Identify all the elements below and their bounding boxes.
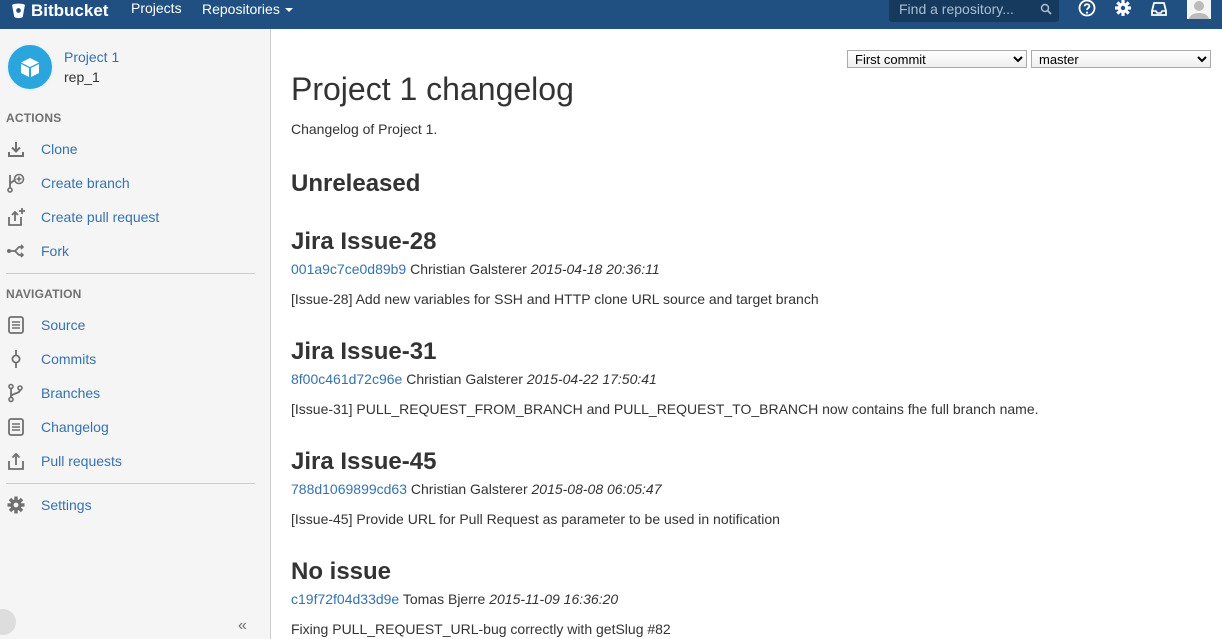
commit-date: 2015-11-09 16:36:20 xyxy=(489,591,619,607)
issue-title: Jira Issue-31 xyxy=(291,338,437,365)
sidebar-item-branches[interactable]: Branches xyxy=(0,379,270,407)
from-commit-select[interactable]: First commit xyxy=(847,50,1027,68)
commit-author: Christian Galsterer xyxy=(410,261,527,277)
search-icon[interactable] xyxy=(1040,3,1052,15)
commit-hash-link[interactable]: 8f00c461d72c96e xyxy=(291,371,402,387)
commit-meta: 001a9c7ce0d89b9 Christian Galsterer 2015… xyxy=(291,261,660,277)
page-description: Changelog of Project 1. xyxy=(291,121,438,137)
commit-author: Tomas Bjerre xyxy=(402,591,486,607)
commit-author: Christian Galsterer xyxy=(410,481,528,497)
commits-icon xyxy=(11,350,21,368)
top-navigation-bar: Bitbucket Projects Repositories xyxy=(0,0,1222,29)
sidebar-item-label: Fork xyxy=(41,243,69,259)
sidebar-divider xyxy=(6,273,255,274)
issue-title: No issue xyxy=(291,558,392,585)
sidebar-item-label: Commits xyxy=(41,351,97,367)
brand-name: Bitbucket xyxy=(31,0,109,20)
commit-message: Fixing PULL_REQUEST_URL-bug correctly wi… xyxy=(291,621,671,637)
bitbucket-logo[interactable]: Bitbucket xyxy=(10,0,108,20)
repository-name: rep_1 xyxy=(64,69,100,85)
repository-search xyxy=(889,0,1059,22)
page-title: Project 1 changelog xyxy=(291,71,574,107)
commit-hash-link[interactable]: 001a9c7ce0d89b9 xyxy=(291,261,406,277)
sidebar: Project 1 rep_1 ACTIONS Clone Create bra… xyxy=(0,29,271,639)
project-avatar[interactable] xyxy=(6,43,54,91)
sidebar-item-clone[interactable]: Clone xyxy=(0,135,270,163)
sidebar-item-create-pull-request[interactable]: Create pull request xyxy=(0,203,270,231)
actions-heading: ACTIONS xyxy=(6,111,62,125)
commit-author: Christian Galsterer xyxy=(406,371,523,387)
project-link[interactable]: Project 1 xyxy=(64,49,119,65)
sidebar-item-settings[interactable]: Settings xyxy=(0,491,270,519)
user-avatar-icon[interactable] xyxy=(1187,0,1211,19)
sidebar-divider xyxy=(6,483,255,484)
commit-hash-link[interactable]: c19f72f04d33d9e xyxy=(291,591,399,607)
fork-icon xyxy=(7,244,25,258)
sidebar-item-label: Settings xyxy=(41,497,92,513)
commit-date: 2015-04-22 17:50:41 xyxy=(526,371,657,387)
commit-hash-link[interactable]: 788d1069899cd63 xyxy=(291,481,407,497)
commit-message: [Issue-28] Add new variables for SSH and… xyxy=(291,291,819,307)
changelog-icon xyxy=(8,418,24,436)
nav-repositories[interactable]: Repositories xyxy=(202,0,293,18)
sidebar-item-label: Pull requests xyxy=(41,453,122,469)
commit-meta: 788d1069899cd63 Christian Galsterer 2015… xyxy=(291,481,662,497)
gear-icon[interactable] xyxy=(1113,0,1133,18)
sidebar-item-label: Branches xyxy=(41,385,101,401)
search-input[interactable] xyxy=(889,0,1039,18)
nav-projects[interactable]: Projects xyxy=(131,0,182,18)
chevron-down-icon xyxy=(284,8,293,12)
sidebar-item-create-branch[interactable]: Create branch xyxy=(0,169,270,197)
commit-message: [Issue-31] PULL_REQUEST_FROM_BRANCH and … xyxy=(291,401,1039,417)
pull-requests-icon xyxy=(8,452,24,470)
bitbucket-logo-icon xyxy=(12,3,25,18)
commit-date: 2015-04-18 20:36:11 xyxy=(530,261,660,277)
commit-date: 2015-08-08 06:05:47 xyxy=(531,481,662,497)
create-branch-icon xyxy=(7,173,25,193)
create-pull-request-icon xyxy=(8,208,25,226)
sidebar-item-label: Create branch xyxy=(41,175,130,191)
issue-title: Jira Issue-45 xyxy=(291,448,437,475)
commit-message: [Issue-45] Provide URL for Pull Request … xyxy=(291,511,780,527)
sidebar-item-fork[interactable]: Fork xyxy=(0,237,270,265)
nav-repositories-label: Repositories xyxy=(202,0,280,17)
changelog-content: First commit master Project 1 changelog … xyxy=(272,29,1222,639)
clone-icon xyxy=(8,142,24,157)
branch-select[interactable]: master xyxy=(1031,50,1211,68)
navigation-heading: NAVIGATION xyxy=(6,287,82,301)
collapse-sidebar-button[interactable]: « xyxy=(238,617,247,635)
release-heading: Unreleased xyxy=(291,170,421,197)
commit-meta: c19f72f04d33d9e Tomas Bjerre 2015-11-09 … xyxy=(291,591,618,607)
sidebar-item-label: Create pull request xyxy=(41,209,160,225)
issue-title: Jira Issue-28 xyxy=(291,228,437,255)
sidebar-item-commits[interactable]: Commits xyxy=(0,345,270,373)
expand-handle-icon[interactable] xyxy=(0,609,16,635)
source-icon xyxy=(8,316,24,334)
settings-icon xyxy=(7,496,25,514)
sidebar-item-pull-requests[interactable]: Pull requests xyxy=(0,447,270,475)
sidebar-item-changelog[interactable]: Changelog xyxy=(0,413,270,441)
inbox-icon[interactable] xyxy=(1149,0,1169,18)
sidebar-item-label: Source xyxy=(41,317,86,333)
sidebar-item-label: Clone xyxy=(41,141,78,157)
commit-meta: 8f00c461d72c96e Christian Galsterer 2015… xyxy=(291,371,657,387)
help-icon[interactable] xyxy=(1077,0,1097,18)
sidebar-item-source[interactable]: Source xyxy=(0,311,270,339)
sidebar-item-label: Changelog xyxy=(41,419,109,435)
branches-icon xyxy=(8,383,23,403)
box-icon xyxy=(21,58,39,77)
